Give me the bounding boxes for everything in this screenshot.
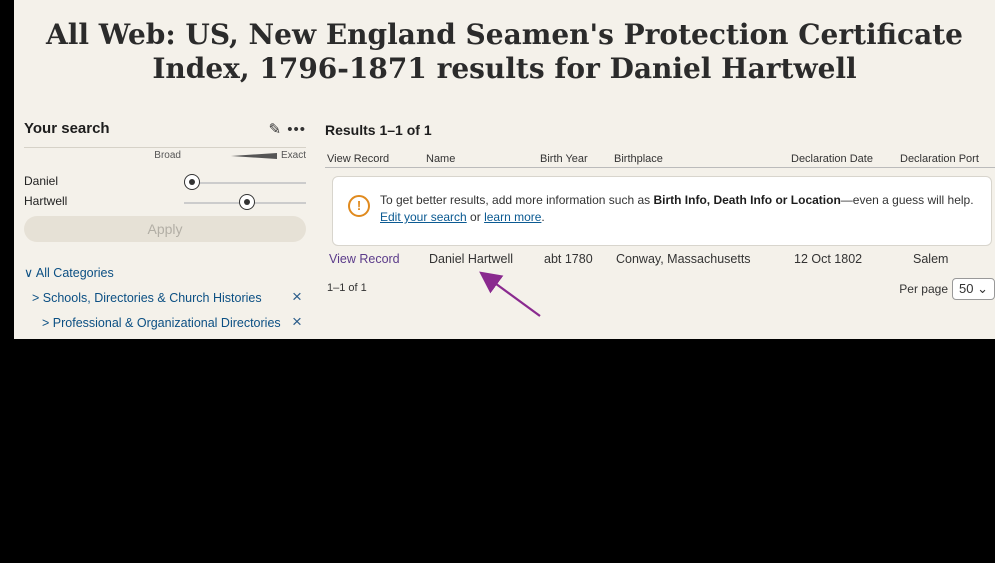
first-name-slider[interactable] [184, 174, 306, 190]
match-scale: Broad Exact [154, 150, 306, 161]
slider-knob[interactable] [239, 194, 255, 210]
col-declaration-date[interactable]: Declaration Date [791, 153, 873, 165]
per-page-label: Per page [899, 282, 948, 296]
title-line-1: All Web: US, New England Seamen's Protec… [46, 18, 963, 51]
warning-icon: ! [348, 195, 370, 217]
wedge-icon [184, 152, 277, 159]
scale-broad-label: Broad [154, 150, 181, 161]
alert-message: To get better results, add more informat… [380, 193, 974, 224]
tip-alert: ! To get better results, add more inform… [332, 176, 992, 246]
cell-birthplace: Conway, Massachusetts [616, 252, 751, 266]
view-record-link[interactable]: View Record [329, 252, 400, 266]
col-birthplace[interactable]: Birthplace [614, 153, 663, 165]
term-last-name: Hartwell [24, 194, 68, 208]
category-schools[interactable]: > Schools, Directories & Church Historie… [32, 291, 262, 305]
scale-exact-label: Exact [280, 150, 306, 161]
title-line-2: Index, 1796-1871 results for Daniel Hart… [152, 52, 857, 85]
chevron-down-icon: ⌄ [977, 281, 988, 296]
last-name-slider[interactable] [184, 194, 306, 210]
learn-more-link[interactable]: learn more [484, 210, 541, 224]
header-divider [325, 167, 995, 168]
app-screen: All Web: US, New England Seamen's Protec… [14, 0, 995, 339]
category-all[interactable]: ∨ All Categories [24, 265, 114, 280]
cell-declaration-date: 12 Oct 1802 [794, 252, 863, 266]
per-page-select[interactable]: 50 ⌄ [952, 278, 995, 300]
cell-name: Daniel Hartwell [429, 252, 514, 266]
divider [24, 147, 306, 148]
col-birth-year[interactable]: Birth Year [540, 153, 588, 165]
pagination-count: 1–1 of 1 [327, 282, 367, 294]
col-name[interactable]: Name [426, 153, 455, 165]
per-page-value: 50 [959, 281, 974, 296]
your-search-heading: Your search [24, 120, 110, 137]
cell-birth-year: abt 1780 [544, 252, 593, 266]
remove-category-icon[interactable]: × [292, 312, 302, 332]
term-first-name: Daniel [24, 174, 59, 188]
page-title: All Web: US, New England Seamen's Protec… [14, 18, 995, 86]
col-view-record: View Record [327, 153, 390, 165]
col-declaration-port[interactable]: Declaration Port [900, 153, 979, 165]
edit-search-link[interactable]: Edit your search [380, 210, 467, 224]
edit-search-more-icon[interactable]: ✎ ••• [269, 120, 307, 138]
results-count-title: Results 1–1 of 1 [325, 122, 432, 138]
search-sidebar: Your search ✎ ••• Broad Exact Daniel Har… [24, 110, 306, 339]
results-panel: Results 1–1 of 1 View Record Name Birth … [325, 110, 995, 339]
remove-category-icon[interactable]: × [292, 287, 302, 307]
category-professional[interactable]: > Professional & Organizational Director… [42, 316, 281, 330]
per-page-control: Per page 50 ⌄ [899, 278, 995, 300]
apply-button[interactable]: Apply [24, 216, 306, 242]
slider-knob[interactable] [184, 174, 200, 190]
cell-declaration-port: Salem [913, 252, 949, 266]
